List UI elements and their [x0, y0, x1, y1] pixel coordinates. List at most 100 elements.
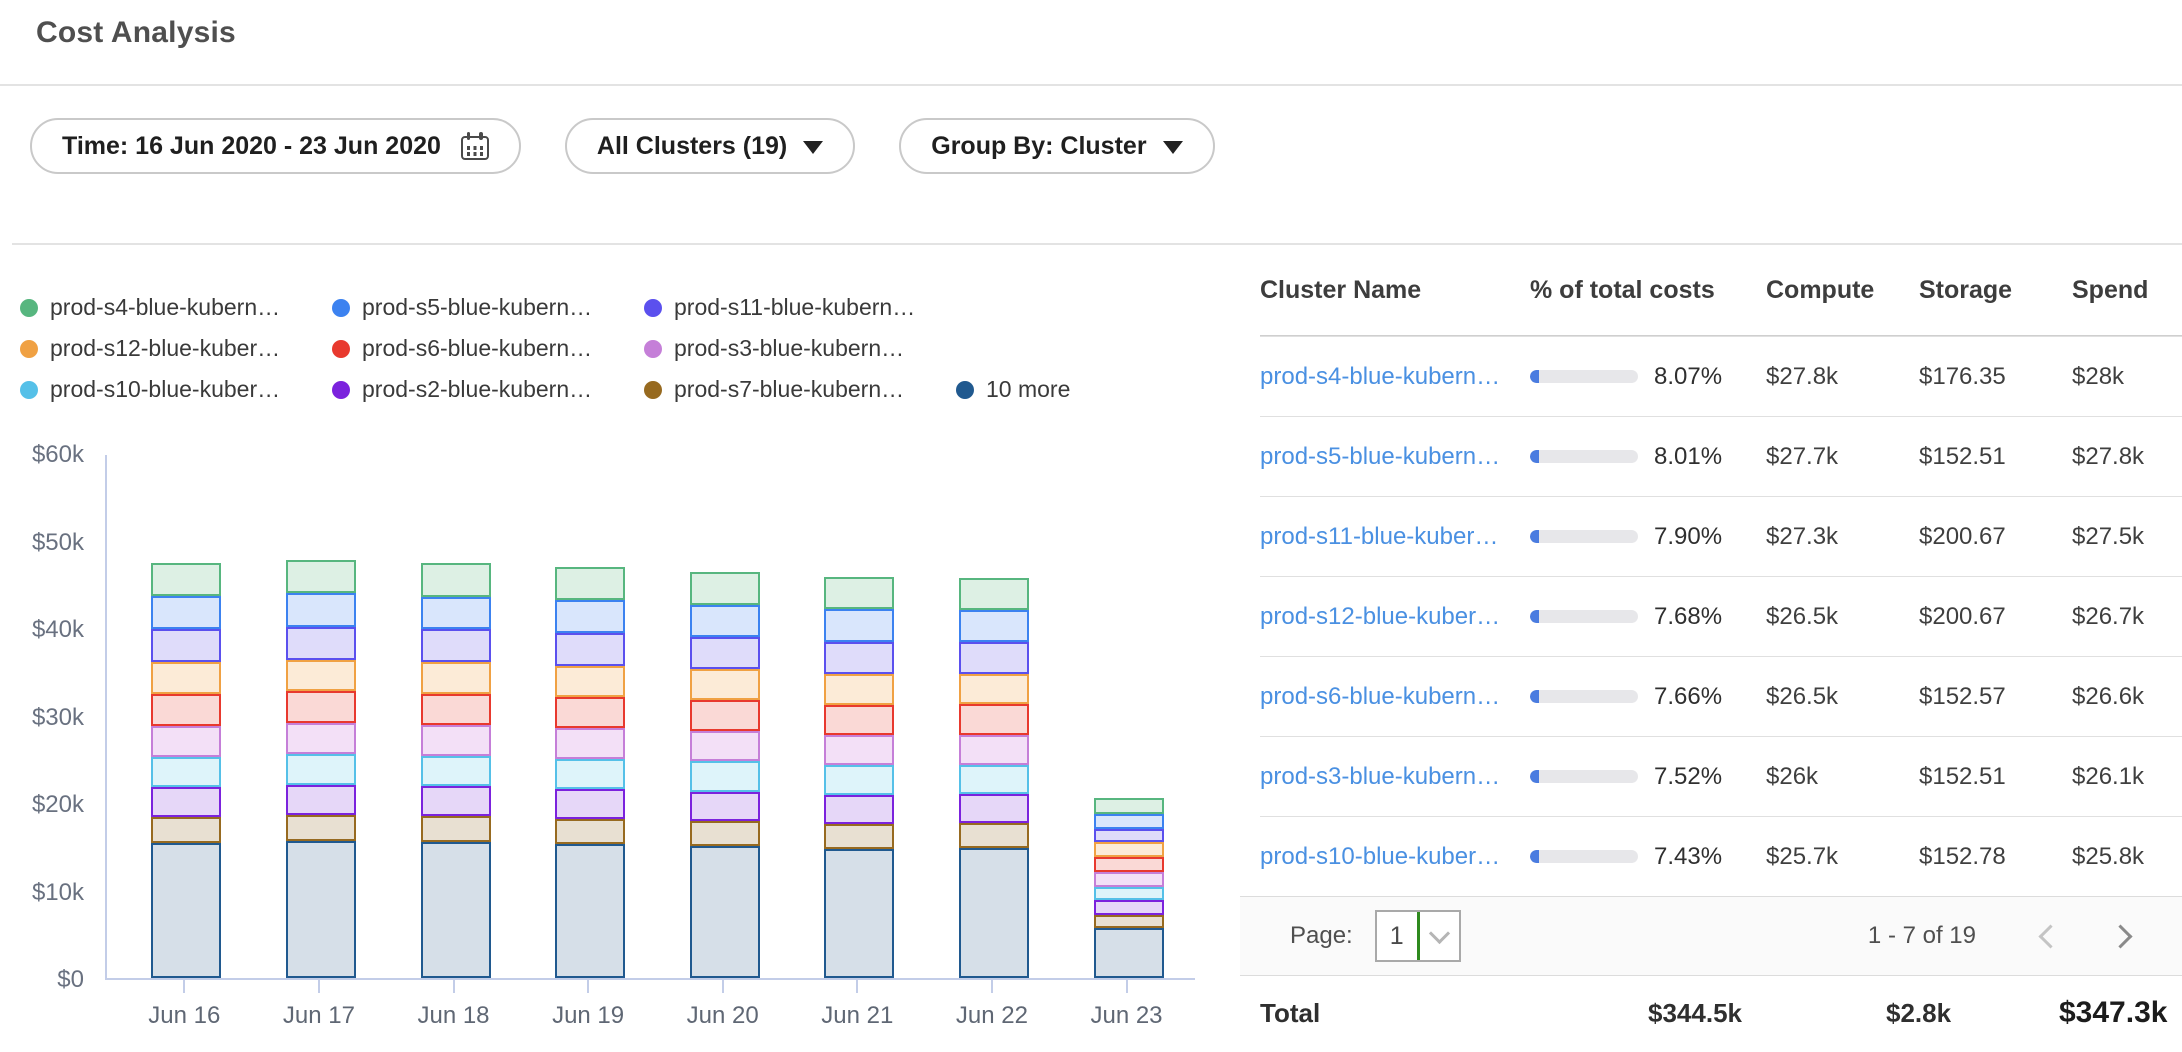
bar-segment[interactable]	[1094, 842, 1164, 857]
bar-segment[interactable]	[690, 821, 760, 846]
next-page-button[interactable]	[2102, 914, 2146, 958]
bar-segment[interactable]	[151, 757, 221, 788]
bar-segment[interactable]	[151, 563, 221, 596]
bar-segment[interactable]	[555, 844, 625, 978]
bar-segment[interactable]	[286, 785, 356, 815]
bar-segment[interactable]	[690, 572, 760, 605]
bar-segment[interactable]	[824, 577, 894, 609]
legend-item[interactable]: prod-s2-blue-kubern…	[332, 376, 644, 403]
bar-segment[interactable]	[959, 610, 1029, 642]
bar-segment[interactable]	[959, 794, 1029, 823]
bar-segment[interactable]	[1094, 829, 1164, 842]
bar-segment[interactable]	[286, 754, 356, 785]
bar-segment[interactable]	[286, 560, 356, 594]
cluster-name-link[interactable]: prod-s11-blue-kuber…	[1260, 523, 1498, 550]
bar-segment[interactable]	[1094, 798, 1164, 814]
bar-segment[interactable]	[959, 765, 1029, 795]
cluster-name-link[interactable]: prod-s6-blue-kubern…	[1260, 683, 1500, 710]
bar-segment[interactable]	[151, 817, 221, 843]
bar-segment[interactable]	[959, 735, 1029, 765]
bar-segment[interactable]	[824, 674, 894, 705]
bar-segment[interactable]	[421, 597, 491, 630]
bar-segment[interactable]	[555, 697, 625, 728]
bar-segment[interactable]	[1094, 887, 1164, 900]
bar-segment[interactable]	[555, 567, 625, 600]
bar-segment[interactable]	[555, 789, 625, 819]
bar-segment[interactable]	[959, 823, 1029, 848]
bar-segment[interactable]	[824, 609, 894, 641]
bar-segment[interactable]	[1094, 928, 1164, 978]
clusters-filter[interactable]: All Clusters (19)	[565, 118, 855, 174]
legend-item[interactable]: prod-s4-blue-kubern…	[20, 294, 332, 321]
bar-segment[interactable]	[824, 705, 894, 736]
bar-segment[interactable]	[286, 691, 356, 723]
bar-segment[interactable]	[421, 662, 491, 694]
group-by-filter[interactable]: Group By: Cluster	[899, 118, 1214, 174]
bar-segment[interactable]	[151, 726, 221, 757]
cluster-name-link[interactable]: prod-s3-blue-kubern…	[1260, 763, 1500, 790]
bar-segment[interactable]	[690, 637, 760, 669]
bar-segment[interactable]	[1094, 857, 1164, 872]
bar-segment[interactable]	[286, 841, 356, 978]
bar-segment[interactable]	[421, 694, 491, 726]
bar-segment[interactable]	[690, 792, 760, 821]
bar-segment[interactable]	[286, 815, 356, 841]
legend-item[interactable]: prod-s10-blue-kuber…	[20, 376, 332, 403]
bar-segment[interactable]	[690, 669, 760, 700]
bar-segment[interactable]	[286, 660, 356, 692]
bar-segment[interactable]	[959, 848, 1029, 978]
bar-segment[interactable]	[151, 787, 221, 817]
bar-segment[interactable]	[555, 600, 625, 633]
legend-item[interactable]: prod-s11-blue-kubern…	[644, 294, 915, 321]
bar-segment[interactable]	[151, 662, 221, 694]
bar-segment[interactable]	[824, 765, 894, 795]
bar-segment[interactable]	[421, 563, 491, 596]
bar-segment[interactable]	[555, 819, 625, 844]
bar-segment[interactable]	[151, 843, 221, 978]
bar-segment[interactable]	[1094, 915, 1164, 928]
bar-segment[interactable]	[151, 694, 221, 726]
bar-segment[interactable]	[421, 756, 491, 787]
bar-segment[interactable]	[421, 842, 491, 979]
legend-item[interactable]: prod-s12-blue-kuber…	[20, 335, 332, 362]
bar-segment[interactable]	[555, 728, 625, 759]
cluster-name-link[interactable]: prod-s4-blue-kubern…	[1260, 363, 1500, 390]
bar-segment[interactable]	[690, 605, 760, 637]
bar-segment[interactable]	[690, 731, 760, 761]
bar-segment[interactable]	[959, 578, 1029, 610]
bar-segment[interactable]	[421, 816, 491, 841]
bar-segment[interactable]	[690, 761, 760, 791]
bar-segment[interactable]	[690, 700, 760, 731]
bar-segment[interactable]	[959, 674, 1029, 705]
cluster-name-link[interactable]: prod-s5-blue-kubern…	[1260, 443, 1500, 470]
legend-item[interactable]: prod-s6-blue-kubern…	[332, 335, 644, 362]
bar-segment[interactable]	[824, 795, 894, 824]
bar-segment[interactable]	[555, 759, 625, 789]
cluster-name-link[interactable]: prod-s10-blue-kuber…	[1260, 843, 1500, 870]
bar-segment[interactable]	[151, 629, 221, 662]
bar-segment[interactable]	[286, 593, 356, 626]
bar-segment[interactable]	[824, 735, 894, 765]
bar-segment[interactable]	[824, 849, 894, 978]
bar-segment[interactable]	[1094, 900, 1164, 915]
prev-page-button[interactable]	[2024, 914, 2068, 958]
legend-item[interactable]: prod-s3-blue-kubern…	[644, 335, 904, 362]
bar-segment[interactable]	[690, 846, 760, 978]
legend-item[interactable]: prod-s7-blue-kubern…	[644, 376, 956, 403]
bar-segment[interactable]	[421, 629, 491, 662]
bar-segment[interactable]	[286, 627, 356, 660]
page-select[interactable]: 1	[1375, 910, 1461, 962]
bar-segment[interactable]	[959, 642, 1029, 674]
bar-segment[interactable]	[286, 723, 356, 754]
bar-segment[interactable]	[421, 725, 491, 756]
bar-segment[interactable]	[959, 704, 1029, 735]
bar-segment[interactable]	[421, 786, 491, 816]
legend-item[interactable]: 10 more	[956, 376, 1070, 403]
bar-segment[interactable]	[151, 596, 221, 629]
bar-segment[interactable]	[555, 666, 625, 698]
time-range-filter[interactable]: Time: 16 Jun 2020 - 23 Jun 2020	[30, 118, 521, 174]
cluster-name-link[interactable]: prod-s12-blue-kuber…	[1260, 603, 1500, 630]
bar-segment[interactable]	[824, 824, 894, 849]
bar-segment[interactable]	[555, 633, 625, 665]
bar-segment[interactable]	[1094, 872, 1164, 887]
